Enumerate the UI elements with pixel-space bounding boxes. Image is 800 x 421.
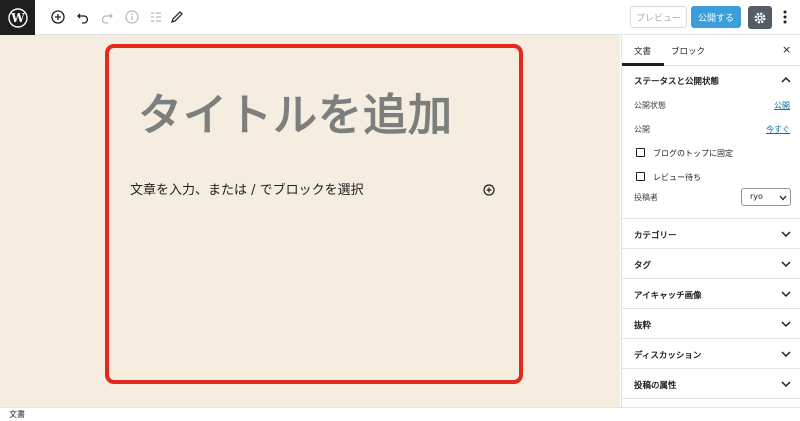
visibility-link[interactable]: 公開	[774, 100, 790, 111]
publish-label: 公開する	[697, 13, 734, 24]
chevron-down-icon	[781, 351, 791, 358]
list-view-icon[interactable]	[147, 8, 165, 26]
visibility-label: 公開状態	[634, 101, 666, 110]
panel-discussion[interactable]: ディスカッション	[622, 339, 800, 369]
tab-document[interactable]: 文書	[634, 45, 651, 57]
top-toolbar: W プレビュー 公開する	[0, 0, 800, 35]
settings-sidebar: 文書 ブロック × ステータスと公開状態 公開状態 公開 公開 今すぐ ブログの…	[621, 35, 800, 407]
publish-time-label: 公開	[634, 125, 650, 134]
gear-icon	[754, 11, 766, 24]
publish-time-link[interactable]: 今すぐ	[766, 124, 790, 135]
sticky-checkbox[interactable]	[636, 148, 645, 157]
chevron-down-icon	[781, 261, 791, 268]
panel-tags[interactable]: タグ	[622, 249, 800, 279]
more-vertical-icon	[783, 10, 787, 24]
highlight-annotation-box	[105, 44, 523, 384]
status-visibility-panel: ステータスと公開状態 公開状態 公開 公開 今すぐ ブログのトップに固定 レビュ…	[622, 66, 800, 219]
pending-review-label: レビュー待ち	[653, 173, 701, 182]
preview-label: プレビュー	[635, 13, 681, 24]
chevron-down-icon	[779, 195, 787, 201]
panel-title: アイキャッチ画像	[634, 291, 702, 301]
panel-post-attributes[interactable]: 投稿の属性	[622, 369, 800, 399]
chevron-down-icon	[781, 381, 791, 388]
more-menu-button[interactable]	[778, 8, 792, 26]
undo-icon[interactable]	[74, 8, 92, 26]
editor-canvas: タイトルを追加 文章を入力、または / でブロックを選択	[0, 35, 620, 407]
wordpress-logo-icon[interactable]: W	[0, 0, 35, 35]
add-block-icon[interactable]	[49, 8, 67, 26]
panel-title: ディスカッション	[634, 351, 702, 361]
chevron-down-icon	[781, 231, 791, 238]
redo-icon[interactable]	[98, 8, 116, 26]
chevron-down-icon	[781, 291, 791, 298]
status-panel-title[interactable]: ステータスと公開状態	[634, 75, 719, 87]
panel-title: 抜粋	[634, 321, 652, 331]
svg-text:W: W	[10, 11, 25, 25]
panel-title: タグ	[634, 261, 652, 271]
panel-featured-image[interactable]: アイキャッチ画像	[622, 279, 800, 309]
settings-button[interactable]	[748, 6, 772, 29]
edit-tools-icon[interactable]	[168, 8, 186, 26]
panel-title: 投稿の属性	[634, 381, 677, 391]
panel-title: カテゴリー	[634, 231, 677, 241]
info-icon[interactable]	[123, 8, 141, 26]
author-select[interactable]: ryo	[741, 188, 791, 206]
chevron-up-icon[interactable]	[781, 76, 791, 84]
author-value: ryo	[750, 192, 763, 201]
chevron-down-icon	[781, 321, 791, 328]
close-sidebar-icon[interactable]: ×	[782, 43, 791, 56]
footer-breadcrumb-bar: 文書	[0, 407, 800, 421]
pending-review-checkbox[interactable]	[636, 172, 645, 181]
panel-categories[interactable]: カテゴリー	[622, 219, 800, 249]
sticky-label: ブログのトップに固定	[653, 149, 733, 158]
publish-button[interactable]: 公開する	[691, 6, 741, 28]
preview-button[interactable]: プレビュー	[630, 6, 687, 28]
sidebar-tabs: 文書 ブロック ×	[622, 35, 800, 66]
panel-excerpt[interactable]: 抜粋	[622, 309, 800, 339]
breadcrumb[interactable]: 文書	[9, 409, 25, 420]
tab-block[interactable]: ブロック	[671, 45, 705, 57]
author-label: 投稿者	[634, 193, 658, 202]
